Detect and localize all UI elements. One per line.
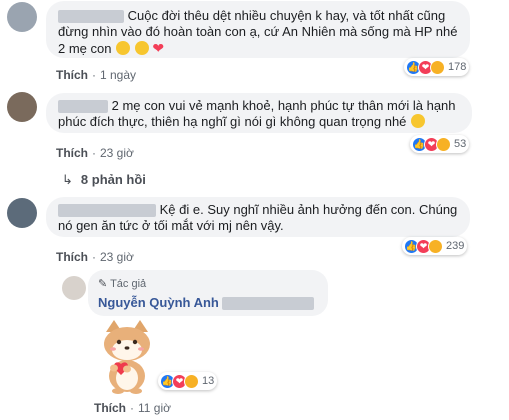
reaction-summary[interactable]: 👍 ❤ 13	[158, 372, 218, 390]
avatar[interactable]	[7, 92, 37, 122]
reply-actions: Thích · 11 giờ	[94, 401, 171, 415]
reply-bubble: ✎ Tác giả Nguyễn Quỳnh Anh	[88, 270, 328, 316]
shiba-dog-icon	[104, 320, 150, 394]
reaction-summary[interactable]: 👍 ❤ 239	[402, 237, 468, 255]
avatar[interactable]	[7, 2, 37, 32]
reaction-summary[interactable]: 👍 ❤ 178	[404, 58, 470, 76]
timestamp[interactable]: 23 giờ	[100, 146, 134, 160]
reaction-count: 13	[202, 375, 215, 387]
commenter-name-blurred[interactable]	[58, 204, 156, 218]
kiss-emoji-icon	[134, 41, 149, 55]
like-button[interactable]: Thích	[56, 146, 88, 160]
wink-emoji-icon	[411, 114, 426, 128]
commenter-name-blurred[interactable]	[58, 100, 108, 114]
timestamp[interactable]: 11 giờ	[138, 401, 171, 415]
comment-text: Kệ đi e. Suy nghĩ nhiều ảnh hưởng đến co…	[159, 202, 458, 217]
author-badge-icon: ✎	[98, 278, 108, 290]
comment-text-line2: nó gen ăn tức ở tối mắt với mj nên vậy.	[58, 218, 284, 233]
comment-bubble: 2 mẹ con vui vẻ mạnh khoẻ, hạnh phúc tự …	[46, 93, 472, 133]
comment-actions: Thích · 1 ngày	[56, 68, 137, 82]
author-name-suffix-blurred	[222, 297, 315, 311]
comment-actions: Thích · 23 giờ	[56, 250, 134, 264]
heart-emoji-icon: ❤	[152, 40, 165, 56]
reply-arrow-icon: ↳	[62, 172, 73, 187]
reaction-count: 53	[454, 138, 467, 150]
comment-bubble: Cuộc đời thêu dệt nhiều chuyện k hay, và…	[46, 1, 470, 58]
reaction-count: 178	[448, 61, 467, 73]
author-badge: Tác giả	[110, 278, 147, 290]
like-button[interactable]: Thích	[56, 250, 88, 264]
comment-bubble: Kệ đi e. Suy nghĩ nhiều ảnh hưởng đến co…	[46, 197, 470, 237]
author-name[interactable]: Nguyễn Quỳnh Anh	[98, 295, 219, 310]
like-button[interactable]: Thích	[94, 401, 126, 415]
view-replies-link[interactable]: ↳ 8 phản hồi	[62, 172, 146, 188]
comment-text: 2 mẹ con vui vẻ mạnh khoẻ, hạnh phúc tự …	[58, 98, 456, 129]
reaction-count: 239	[446, 240, 465, 252]
comment-actions: Thích · 23 giờ	[56, 146, 134, 160]
shiba-sticker[interactable]	[92, 318, 162, 394]
commenter-name-blurred[interactable]	[58, 10, 124, 24]
reaction-summary[interactable]: 👍 ❤ 53	[410, 135, 470, 153]
haha-reaction-icon	[436, 136, 451, 152]
timestamp[interactable]: 1 ngày	[100, 68, 136, 82]
avatar[interactable]	[7, 198, 37, 228]
haha-reaction-icon	[184, 373, 199, 389]
avatar[interactable]	[62, 276, 86, 300]
heart-eyes-emoji-icon	[116, 41, 131, 55]
haha-reaction-icon	[428, 238, 443, 254]
timestamp[interactable]: 23 giờ	[100, 250, 134, 264]
like-button[interactable]: Thích	[56, 68, 88, 82]
haha-reaction-icon	[430, 59, 445, 75]
